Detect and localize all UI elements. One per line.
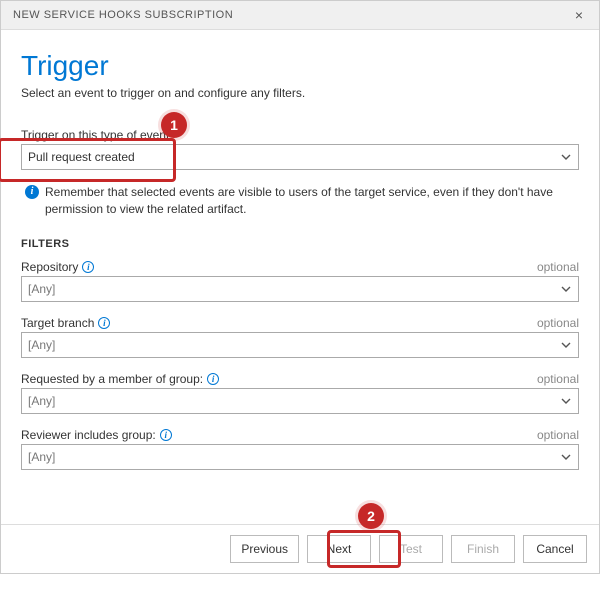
close-icon[interactable]: × <box>571 7 587 23</box>
event-type-select[interactable]: Pull request created <box>21 144 579 170</box>
repository-field: Repository i optional [Any] <box>21 260 579 302</box>
dialog-content: Trigger Select an event to trigger on an… <box>1 30 599 494</box>
dialog: NEW SERVICE HOOKS SUBSCRIPTION × Trigger… <box>0 0 600 574</box>
event-type-value: Pull request created <box>28 150 135 164</box>
repository-label: Repository <box>21 260 78 274</box>
previous-button[interactable]: Previous <box>230 535 299 563</box>
help-icon[interactable]: i <box>207 373 219 385</box>
optional-label: optional <box>537 372 579 386</box>
target-branch-field: Target branch i optional [Any] <box>21 316 579 358</box>
chevron-down-icon <box>560 339 572 351</box>
requested-by-select[interactable]: [Any] <box>21 388 579 414</box>
page-subtitle: Select an event to trigger on and config… <box>21 86 579 100</box>
cancel-button[interactable]: Cancel <box>523 535 587 563</box>
requested-by-value: [Any] <box>28 394 55 408</box>
info-icon: i <box>25 185 39 199</box>
target-branch-select[interactable]: [Any] <box>21 332 579 358</box>
titlebar: NEW SERVICE HOOKS SUBSCRIPTION × <box>1 1 599 30</box>
chevron-down-icon <box>560 451 572 463</box>
target-branch-label: Target branch <box>21 316 94 330</box>
optional-label: optional <box>537 260 579 274</box>
page-title: Trigger <box>21 50 579 82</box>
event-type-field: Trigger on this type of event Pull reque… <box>21 128 579 170</box>
help-icon[interactable]: i <box>160 429 172 441</box>
reviewer-field: Reviewer includes group: i optional [Any… <box>21 428 579 470</box>
event-type-label: Trigger on this type of event <box>21 128 169 142</box>
target-branch-value: [Any] <box>28 338 55 352</box>
filters-header: FILTERS <box>21 238 579 250</box>
callout-badge-2: 2 <box>358 503 384 529</box>
info-text: Remember that selected events are visibl… <box>45 184 579 218</box>
dialog-title: NEW SERVICE HOOKS SUBSCRIPTION <box>13 9 233 21</box>
chevron-down-icon <box>560 151 572 163</box>
reviewer-select[interactable]: [Any] <box>21 444 579 470</box>
reviewer-value: [Any] <box>28 450 55 464</box>
help-icon[interactable]: i <box>98 317 110 329</box>
callout-badge-1: 1 <box>161 112 187 138</box>
requested-by-field: Requested by a member of group: i option… <box>21 372 579 414</box>
optional-label: optional <box>537 428 579 442</box>
optional-label: optional <box>537 316 579 330</box>
reviewer-label: Reviewer includes group: <box>21 428 156 442</box>
chevron-down-icon <box>560 395 572 407</box>
help-icon[interactable]: i <box>82 261 94 273</box>
requested-by-label: Requested by a member of group: <box>21 372 203 386</box>
next-button[interactable]: Next <box>307 535 371 563</box>
info-note: i Remember that selected events are visi… <box>25 184 579 218</box>
finish-button[interactable]: Finish <box>451 535 515 563</box>
repository-select[interactable]: [Any] <box>21 276 579 302</box>
repository-value: [Any] <box>28 282 55 296</box>
chevron-down-icon <box>560 283 572 295</box>
dialog-footer: 2 Previous Next Test Finish Cancel <box>1 524 599 573</box>
test-button[interactable]: Test <box>379 535 443 563</box>
